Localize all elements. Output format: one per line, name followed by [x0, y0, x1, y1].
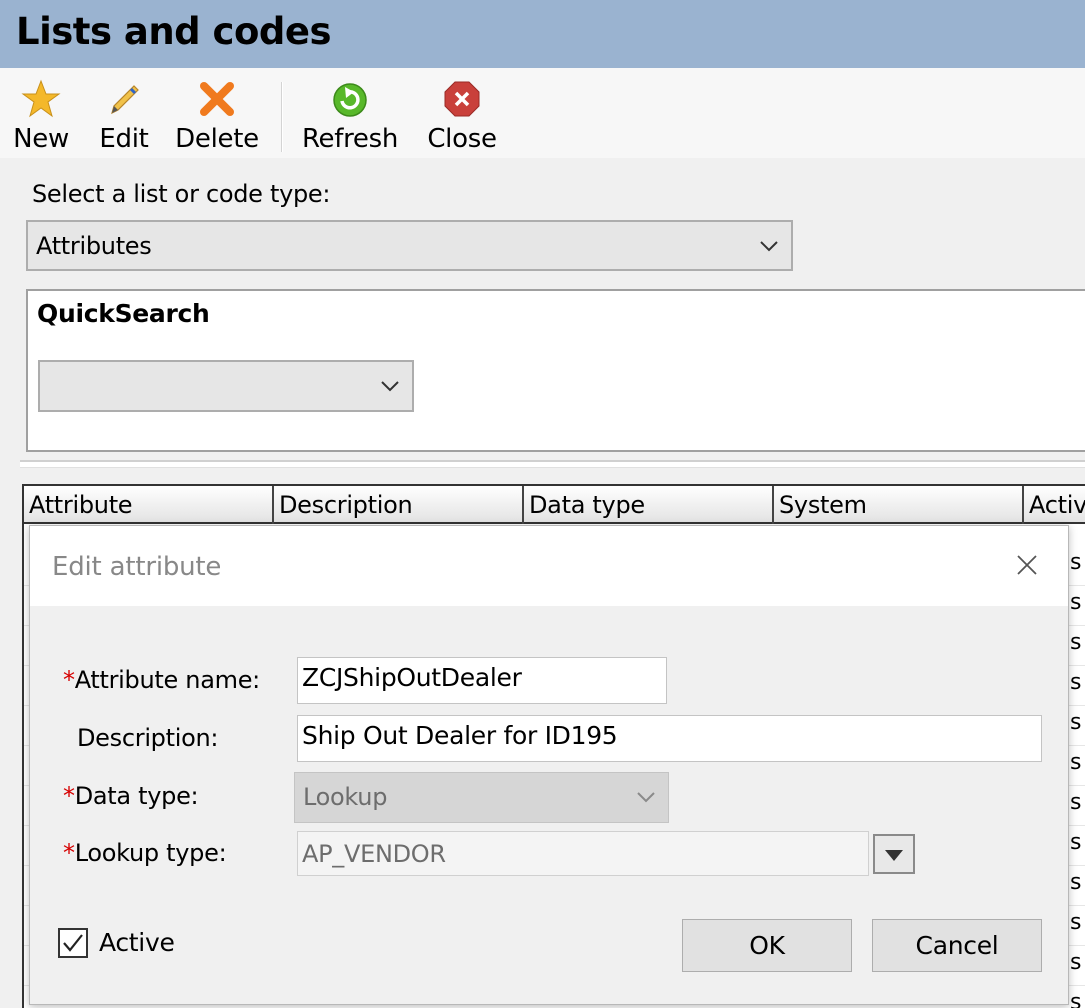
new-button[interactable]: New	[6, 76, 76, 156]
toolbar: New Edit Delete Refresh Close	[0, 68, 1085, 158]
dialog-title: Edit attribute	[52, 552, 222, 582]
column-header-system[interactable]: System	[774, 486, 1024, 524]
row-active-value: s	[1070, 710, 1082, 735]
window-title: Lists and codes	[16, 10, 332, 53]
refresh-icon	[333, 83, 367, 117]
delete-label: Delete	[175, 124, 259, 154]
close-icon	[444, 81, 480, 117]
chevron-down-icon	[760, 241, 778, 252]
lookup-type-field[interactable]: AP_VENDOR	[297, 831, 869, 876]
row-active-value: s	[1070, 550, 1082, 575]
row-active-value: s	[1070, 590, 1082, 615]
column-header-active[interactable]: Activ	[1024, 486, 1085, 524]
row-active-value: s	[1070, 950, 1082, 975]
chevron-down-icon	[381, 381, 399, 392]
quicksearch-title: QuickSearch	[37, 299, 210, 328]
list-type-value: Attributes	[36, 232, 152, 260]
active-checkbox[interactable]	[58, 928, 88, 958]
required-marker: *	[63, 666, 75, 694]
star-icon	[21, 79, 61, 118]
row-active-value: s	[1070, 990, 1082, 1008]
refresh-label: Refresh	[301, 124, 399, 154]
grid-header: Attribute Description Data type System A…	[24, 486, 1085, 524]
cancel-button[interactable]: Cancel	[872, 919, 1042, 972]
row-active-value: s	[1070, 830, 1082, 855]
list-type-select[interactable]: Attributes	[26, 220, 793, 271]
lookup-type-value: AP_VENDOR	[302, 840, 446, 868]
panel-splitter[interactable]	[20, 460, 1085, 468]
row-active-value: s	[1070, 630, 1082, 655]
lookup-type-dropdown-button[interactable]	[873, 834, 915, 874]
pencil-icon	[111, 85, 139, 115]
data-type-select[interactable]: Lookup	[294, 772, 669, 823]
triangle-down-icon	[885, 850, 903, 861]
data-type-label: *Data type:	[63, 782, 199, 810]
lookup-type-label: *Lookup type:	[63, 839, 227, 867]
description-label: Description:	[77, 724, 219, 752]
row-active-value: s	[1070, 790, 1082, 815]
column-header-data-type[interactable]: Data type	[524, 486, 774, 524]
toolbar-separator	[281, 82, 283, 152]
quicksearch-panel: QuickSearch	[26, 289, 1085, 452]
lookup-type-label-text: Lookup type:	[74, 839, 227, 867]
description-field[interactable]: Ship Out Dealer for ID195	[297, 715, 1042, 762]
row-active-value: s	[1070, 870, 1082, 895]
new-label: New	[13, 124, 69, 154]
edit-button[interactable]: Edit	[94, 76, 154, 156]
attribute-name-field[interactable]: ZCJShipOutDealer	[297, 657, 667, 704]
edit-label: Edit	[99, 124, 149, 154]
delete-button[interactable]: Delete	[172, 76, 262, 156]
checkmark-icon	[63, 934, 83, 952]
window-titlebar: Lists and codes	[0, 0, 1085, 68]
attribute-name-label-text: Attribute name:	[74, 666, 261, 694]
close-button[interactable]: Close	[422, 76, 502, 156]
ok-button[interactable]: OK	[682, 919, 852, 972]
required-marker: *	[63, 782, 75, 810]
column-header-description[interactable]: Description	[274, 486, 524, 524]
dialog-header: Edit attribute	[30, 526, 1068, 606]
list-type-label: Select a list or code type:	[32, 180, 331, 208]
required-marker: *	[63, 839, 75, 867]
row-active-value: s	[1070, 670, 1082, 695]
data-type-value: Lookup	[303, 783, 388, 811]
close-icon[interactable]	[1012, 550, 1042, 580]
attribute-name-label: *Attribute name:	[63, 666, 260, 694]
refresh-button[interactable]: Refresh	[298, 76, 402, 156]
active-label: Active	[99, 928, 175, 957]
quicksearch-select[interactable]	[38, 360, 414, 412]
column-header-attribute[interactable]: Attribute	[24, 486, 274, 524]
data-type-label-text: Data type:	[74, 782, 199, 810]
x-icon	[200, 82, 234, 116]
chevron-down-icon	[637, 792, 655, 803]
row-active-value: s	[1070, 750, 1082, 775]
row-active-value: s	[1070, 910, 1082, 935]
edit-attribute-dialog: Edit attribute *Attribute name: ZCJShipO…	[29, 525, 1069, 1005]
close-label: Close	[427, 124, 497, 154]
